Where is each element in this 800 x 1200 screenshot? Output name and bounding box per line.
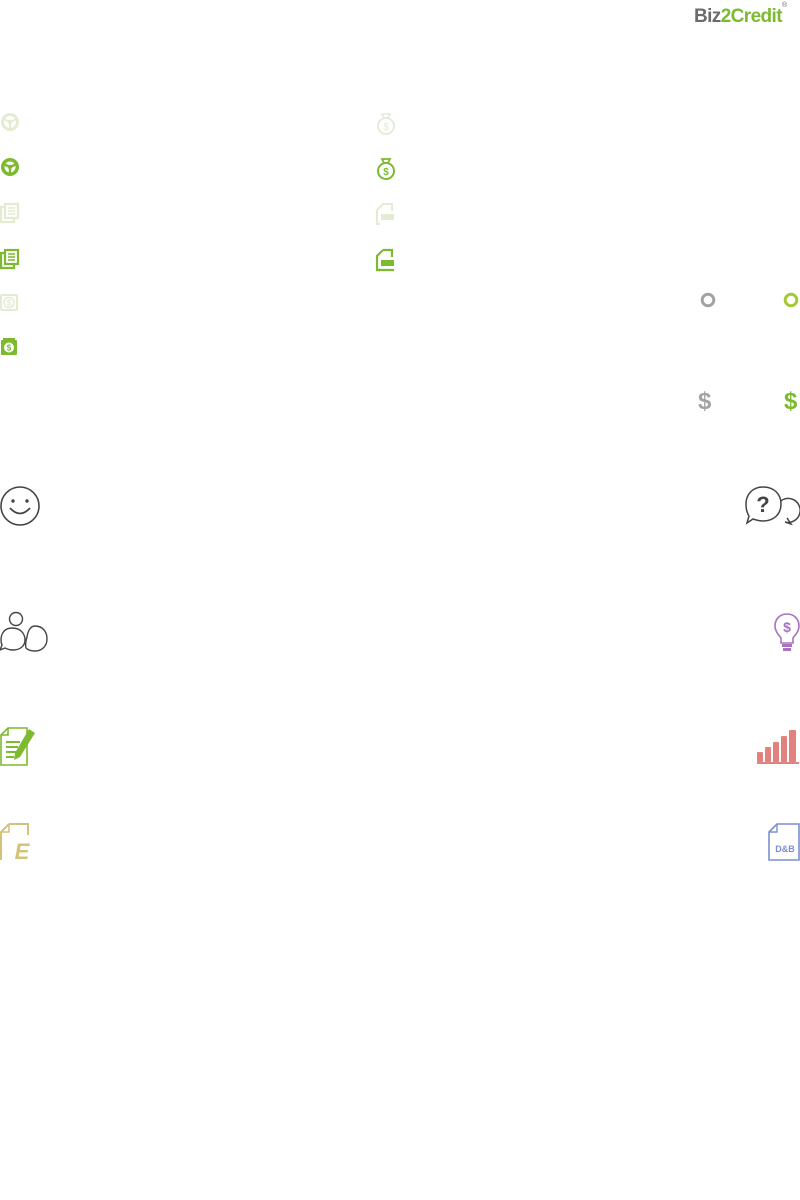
e-label: E [15,839,31,864]
circle-icon [700,292,716,308]
svg-text:$: $ [383,122,389,133]
cash-icon: $ [0,293,20,311]
circle-icon [783,292,799,308]
question-chat-icon: ? [745,486,800,526]
file-form-icon [375,248,396,272]
lightbulb-dollar-icon: $ [773,612,800,654]
svg-text:$: $ [383,167,389,178]
e-file-icon: E [0,823,36,864]
logo-text-2: 2 [720,6,732,27]
svg-text:$: $ [783,619,791,635]
svg-text:$: $ [7,299,12,308]
logo-text-biz: Biz [694,6,721,27]
money-bag-icon: $ [376,113,396,135]
dollar-icon: $ [784,388,798,415]
money-bag-icon: $ [376,158,396,180]
dollar-icon: $ [698,388,712,415]
bar-chart-icon [756,728,800,764]
documents-icon [0,248,20,270]
steering-wheel-icon [0,157,20,177]
logo-registered-mark: ® [781,2,788,9]
cash-icon: $ [0,337,20,357]
smiley-icon [0,486,41,527]
question-mark-label: ? [756,492,769,517]
svg-text:$: $ [7,344,12,353]
biz2credit-logo: Biz2Credit® [694,2,794,32]
documents-icon [0,202,20,224]
chat-bubbles-icon [0,611,50,654]
document-pencil-icon [0,727,36,767]
logo-text-credit: Credit [730,6,783,27]
file-form-icon [376,203,396,225]
dnb-label: D&B [775,844,795,854]
dnb-file-icon: D&B [768,823,800,861]
steering-wheel-icon [0,112,20,132]
